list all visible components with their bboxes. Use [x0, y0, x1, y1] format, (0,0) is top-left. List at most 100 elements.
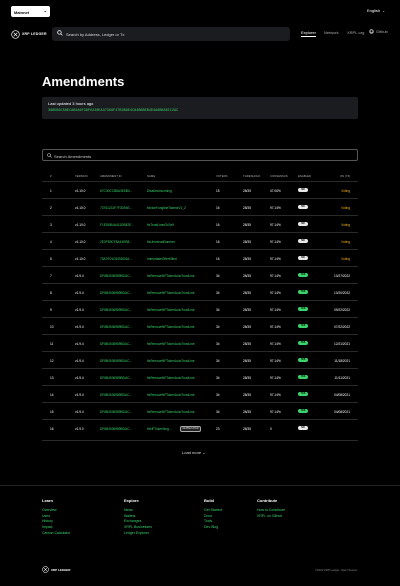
row-name[interactable]: fixRemoveNFTokenAutoTrustLine [147, 308, 195, 312]
footer-link[interactable]: Carbon Calculator [42, 531, 70, 537]
row-amendment-id[interactable]: 67C30CCB8A3E6B4... [100, 189, 132, 193]
network-selector[interactable]: Mainnet ⌄ [11, 6, 50, 17]
row-consensus: 97.14% [270, 324, 281, 329]
row-name[interactable]: fixNonFungibleTokensV1_2 [147, 206, 186, 210]
row-voters: 23 [216, 426, 220, 431]
row-voters: 16 [216, 205, 220, 210]
row-version: v1.9.4 [75, 324, 84, 329]
table-row: 9 v1.9.4 DF8B4536989BDAC... fixRemoveNFToke… [42, 300, 358, 317]
row-amendment-id[interactable]: DF8B4536989BDAC... [100, 393, 132, 397]
row-amendment-id[interactable]: DF8B4536989BDAC... [100, 376, 132, 380]
row-amendment-id[interactable]: 2E2FB9CF8A44EB8... [100, 240, 132, 244]
footer-heading: Learn [42, 498, 53, 503]
enabled-badge: YES [298, 324, 308, 328]
xrpl-logo[interactable]: XRP LEDGER [11, 29, 47, 39]
enabled-badge: NO [298, 256, 308, 260]
col-header-enabled: ENABLED [298, 174, 312, 178]
row-version: v1.10.0 [75, 222, 86, 227]
footer-link[interactable]: Ledger Explorer [124, 531, 152, 537]
row-on-date: 09/22/2022 [334, 307, 350, 312]
footer-link[interactable]: How to Contribute [257, 508, 285, 514]
footer-divider [0, 485, 400, 486]
col-header-number: # [50, 174, 52, 178]
footer-heading: Build [204, 498, 214, 503]
footer-link[interactable]: Get Started [204, 508, 222, 514]
row-number: 4 [50, 239, 52, 244]
nav-github[interactable]: Github [369, 29, 388, 34]
footer-column-contribute: Contribute How to Contribute XRPL on Githu… [257, 498, 285, 519]
row-threshold: 28/35 [243, 426, 251, 431]
row-name[interactable]: ImmediateOfferKilled [147, 257, 177, 261]
row-number: 7 [50, 273, 52, 278]
load-more-button[interactable]: Load more ⌄ [182, 450, 206, 455]
page-title: Amendments [42, 74, 125, 89]
row-consensus: 97.14% [270, 256, 281, 261]
row-amendment-id[interactable]: 75A7E01C505DD5A... [100, 257, 132, 261]
load-more-label: Load more [182, 450, 202, 455]
ledger-hash-link[interactable]: 39B5B6C58ECAB4A6F38F0220EA37369F47B3B9E4… [48, 109, 178, 113]
row-number: 3 [50, 222, 52, 227]
table-row: 12 v1.9.4 DF8B4536989BDAC... fixRemoveNFTok… [42, 351, 358, 368]
row-threshold: 28/35 [243, 239, 251, 244]
row-on-date: 04/08/2021 [334, 409, 350, 414]
row-number: 5 [50, 256, 52, 261]
nav-explorer[interactable]: Explorer [301, 30, 316, 35]
enabled-badge: YES [298, 341, 308, 345]
row-name[interactable]: fixRemoveNFTokenAutoTrustLine [147, 274, 195, 278]
row-on-date: Voting [341, 239, 350, 244]
row-voters: 34 [216, 392, 220, 397]
row-name[interactable]: fixTrustLinesToSelf [147, 223, 174, 227]
row-amendment-id[interactable]: 73761231F7F3D94E... [100, 206, 132, 210]
row-threshold: 28/35 [243, 409, 251, 414]
row-consensus: 97.14% [270, 290, 281, 295]
row-amendment-id[interactable]: DF8B4536989BDAC... [100, 291, 132, 295]
row-amendment-id[interactable]: DF8B4536989BDAC... [100, 274, 132, 278]
row-name[interactable]: fixRemoveNFTokenAutoTrustLine [147, 393, 195, 397]
row-name[interactable]: fixRemoveNFTokenAutoTrustLine [147, 291, 195, 295]
language-selector[interactable]: English ⌄ [367, 8, 385, 13]
row-on-date: 10/20/2022 [334, 290, 350, 295]
row-threshold: 28/35 [243, 375, 251, 380]
row-name[interactable]: fixRemoveNFTokenAutoTrustLine [147, 359, 195, 363]
footer-column-learn: Learn Overview Uses History Impact Carbon Cal… [42, 498, 70, 537]
table-row: 7 v1.9.4 DF8B4536989BDAC... fixRemoveNFToke… [42, 266, 358, 283]
row-name[interactable]: fixRemoveNFTokenAutoTrustLine [147, 342, 195, 346]
row-amendment-id[interactable]: DF8B4536989BDAC... [100, 427, 132, 431]
row-voters: 34 [216, 341, 220, 346]
row-amendment-id[interactable]: DF8B4536989BDAC... [100, 342, 132, 346]
footer-link[interactable]: XRPL on Github [257, 514, 285, 520]
row-version: v1.9.4 [75, 409, 84, 414]
row-consensus: 97.14% [270, 239, 281, 244]
row-consensus: 97.14% [270, 341, 281, 346]
row-name[interactable]: fixUniversalNumber [147, 240, 175, 244]
amendments-search-input[interactable]: Search Amendments [42, 149, 358, 161]
footer-logo-text: XRP LEDGER [51, 567, 71, 572]
row-name[interactable]: fixRemoveNFTokenAutoTrustLine [147, 376, 195, 380]
footer-logo[interactable]: XRP LEDGER [42, 566, 70, 573]
row-consensus: 97.14% [270, 205, 281, 210]
row-amendment-id[interactable]: DF8B4536989BDAC... [100, 410, 132, 414]
col-header-on: ON (TZ) [340, 174, 351, 178]
row-amendment-id[interactable]: DF8B4536989BDAC... [100, 359, 132, 363]
row-voters: 15 [216, 188, 220, 193]
row-name[interactable]: fixNFTokenNeg... [147, 427, 171, 431]
enabled-badge: YES [298, 273, 308, 277]
enabled-badge: YES [298, 358, 308, 362]
enabled-badge: NO [298, 205, 308, 209]
row-name[interactable]: fixRemoveNFTokenAutoTrustLine [147, 325, 195, 329]
row-amendment-id[interactable]: DF8B4536989BDAC... [100, 308, 132, 312]
row-voters: 34 [216, 273, 220, 278]
table-row: 13 v1.9.4 DF8B4536989BDAC... fixRemoveNFTok… [42, 368, 358, 385]
nav-xrpl-org[interactable]: XRPL.org [347, 30, 364, 35]
row-voters: 34 [216, 358, 220, 363]
row-name[interactable]: DisallowIncoming [147, 189, 172, 193]
row-name[interactable]: fixRemoveNFTokenAutoTrustLine [147, 410, 195, 414]
footer-link[interactable]: Dev Blog [204, 525, 222, 531]
nav-network[interactable]: Network [324, 30, 339, 35]
global-search-input[interactable]: Search by Address, Ledger or Tx [52, 27, 290, 41]
row-amendment-id[interactable]: DF8B4536989BDAC... [100, 325, 132, 329]
row-on-date: Voting [341, 205, 350, 210]
row-amendment-id[interactable]: F1ED6B4A411DB82E... [100, 223, 134, 227]
copyright-text: ©2022 XRP Ledger. Open Source. [315, 568, 358, 572]
chevron-down-icon: ⌄ [202, 450, 206, 455]
